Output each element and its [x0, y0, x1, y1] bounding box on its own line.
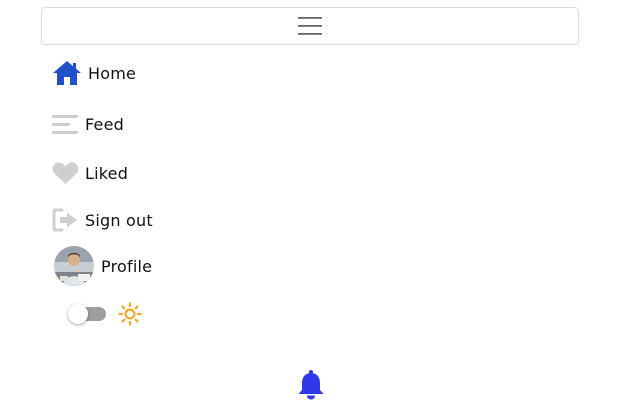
nav-item-profile[interactable]: Profile: [54, 246, 153, 286]
nav-item-label: Home: [88, 63, 137, 83]
nav-item-home[interactable]: Home: [52, 56, 136, 90]
nav-item-label: Sign out: [85, 210, 153, 230]
feed-lines-icon: [52, 113, 79, 135]
hamburger-icon[interactable]: [297, 16, 323, 36]
sun-icon: [118, 302, 142, 326]
home-icon: [52, 60, 82, 86]
nav-item-label: Profile: [101, 256, 153, 276]
nav-item-sign-out[interactable]: Sign out: [52, 203, 153, 237]
page: Home Feed Liked Sign out Profile: [0, 0, 617, 405]
theme-toggle[interactable]: [68, 304, 106, 324]
heart-icon: [52, 161, 79, 185]
sign-out-icon: [52, 208, 79, 232]
top-navbar: [41, 7, 579, 45]
nav-item-label: Liked: [85, 163, 129, 183]
theme-switcher: [68, 302, 142, 326]
toggle-knob: [68, 304, 88, 324]
nav-item-liked[interactable]: Liked: [52, 156, 128, 190]
nav-item-feed[interactable]: Feed: [52, 107, 124, 141]
nav-item-label: Feed: [85, 114, 124, 134]
bell-icon[interactable]: [297, 370, 325, 400]
avatar: [54, 246, 94, 286]
